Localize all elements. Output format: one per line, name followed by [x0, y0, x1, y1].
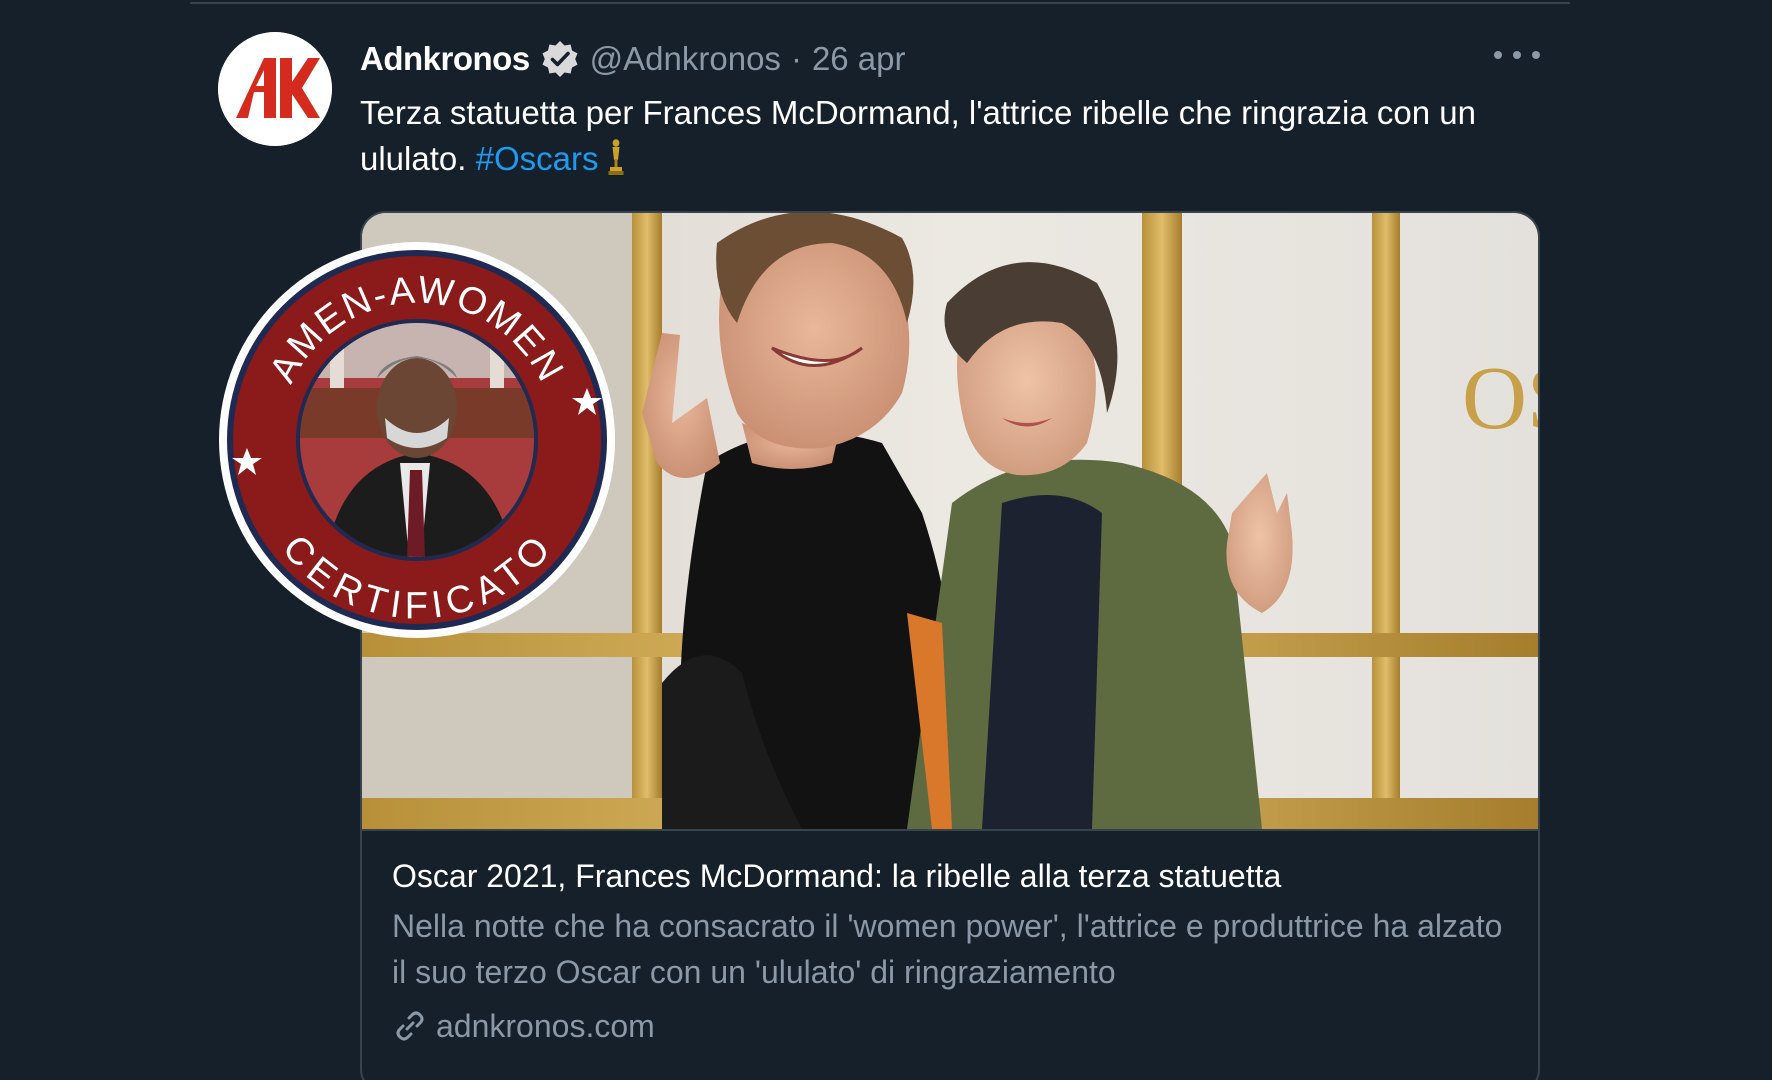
top-divider	[190, 2, 1570, 4]
handle[interactable]: @Adnkronos	[590, 40, 781, 78]
certificate-stamp: AMEN-AWOMEN CERTIFICATO	[215, 238, 619, 642]
link-icon	[392, 1008, 428, 1044]
display-name[interactable]: Adnkronos	[360, 40, 530, 78]
tweet-header: Adnkronos @Adnkronos · 26 apr	[360, 36, 906, 82]
tweet-date[interactable]: 26 apr	[812, 40, 906, 78]
hashtag-link[interactable]: #Oscars	[476, 140, 599, 177]
card-divider	[362, 829, 1538, 831]
verified-badge-icon	[540, 39, 580, 79]
backdrop-text: OS	[1462, 349, 1538, 448]
card-title[interactable]: Oscar 2021, Frances McDormand: la ribell…	[392, 853, 1512, 899]
trophy-icon	[604, 138, 628, 176]
tweet-text: Terza statuetta per Frances McDormand, l…	[360, 90, 1540, 182]
separator-dot: ·	[790, 40, 802, 77]
tweet-view: Adnkronos @Adnkronos · 26 apr Terza stat…	[0, 0, 1772, 1080]
adnkronos-logo-icon	[218, 32, 332, 146]
more-horizontal-icon[interactable]	[1494, 40, 1540, 70]
avatar[interactable]	[218, 32, 332, 146]
card-domain-text: adnkronos.com	[436, 1008, 655, 1044]
card-description: Nella notte che ha consacrato il 'women …	[392, 908, 1503, 990]
card-domain[interactable]: adnkronos.com	[392, 1003, 655, 1049]
